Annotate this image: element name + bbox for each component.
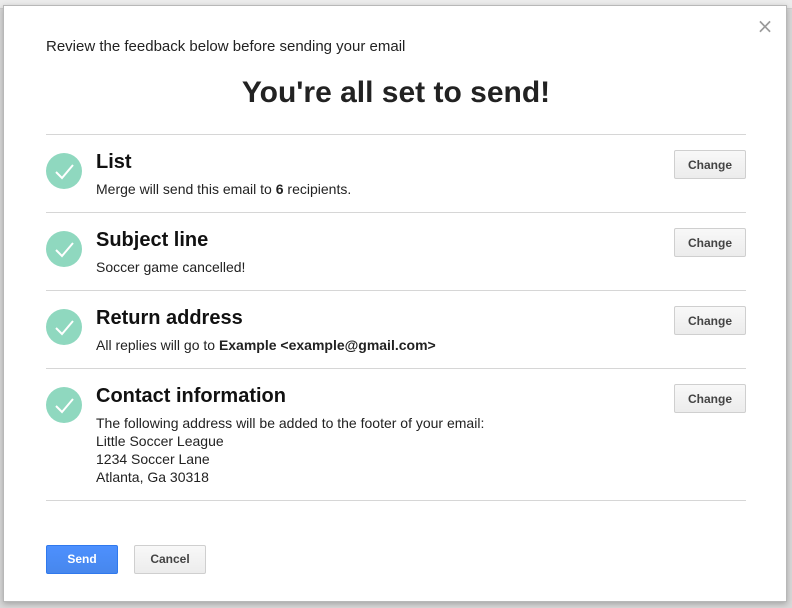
headline: You're all set to send!	[241, 76, 551, 109]
review-item-return-address: Return address All replies will go to Ex…	[46, 291, 746, 369]
change-subject-button[interactable]: Change	[674, 228, 746, 257]
item-body-line: Atlanta, Ga 30318	[96, 469, 209, 485]
review-item-subject: Subject line Soccer game cancelled! Chan…	[46, 213, 746, 291]
send-button[interactable]: Send	[46, 545, 118, 574]
review-dialog: × Review the feedback below before sendi…	[3, 5, 787, 602]
item-title: Contact information	[96, 385, 286, 407]
item-body: Soccer game cancelled!	[96, 259, 246, 275]
item-title: List	[96, 151, 132, 173]
review-item-contact-info: Contact information The following addres…	[46, 369, 746, 501]
check-icon	[46, 231, 82, 267]
item-body: Merge will send this email to 6 recipien…	[96, 181, 352, 197]
item-body-line: 1234 Soccer Lane	[96, 451, 210, 467]
check-icon	[46, 387, 82, 423]
item-title: Subject line	[96, 229, 209, 251]
change-contact-info-button[interactable]: Change	[674, 384, 746, 413]
review-item-list: List Merge will send this email to 6 rec…	[46, 135, 746, 213]
change-return-address-button[interactable]: Change	[674, 306, 746, 335]
item-body-line: Little Soccer League	[96, 433, 224, 449]
change-list-button[interactable]: Change	[674, 150, 746, 179]
item-title: Return address	[96, 307, 243, 329]
check-icon	[46, 153, 82, 189]
review-items-list: List Merge will send this email to 6 rec…	[46, 134, 746, 501]
item-body: The following address will be added to t…	[96, 414, 484, 486]
close-icon[interactable]: ×	[756, 16, 774, 36]
intro-text: Review the feedback below before sending…	[46, 38, 406, 55]
item-body-line: The following address will be added to t…	[96, 415, 485, 431]
check-icon	[46, 309, 82, 345]
cancel-button[interactable]: Cancel	[134, 545, 206, 574]
item-body: All replies will go to Example <example@…	[96, 337, 436, 353]
